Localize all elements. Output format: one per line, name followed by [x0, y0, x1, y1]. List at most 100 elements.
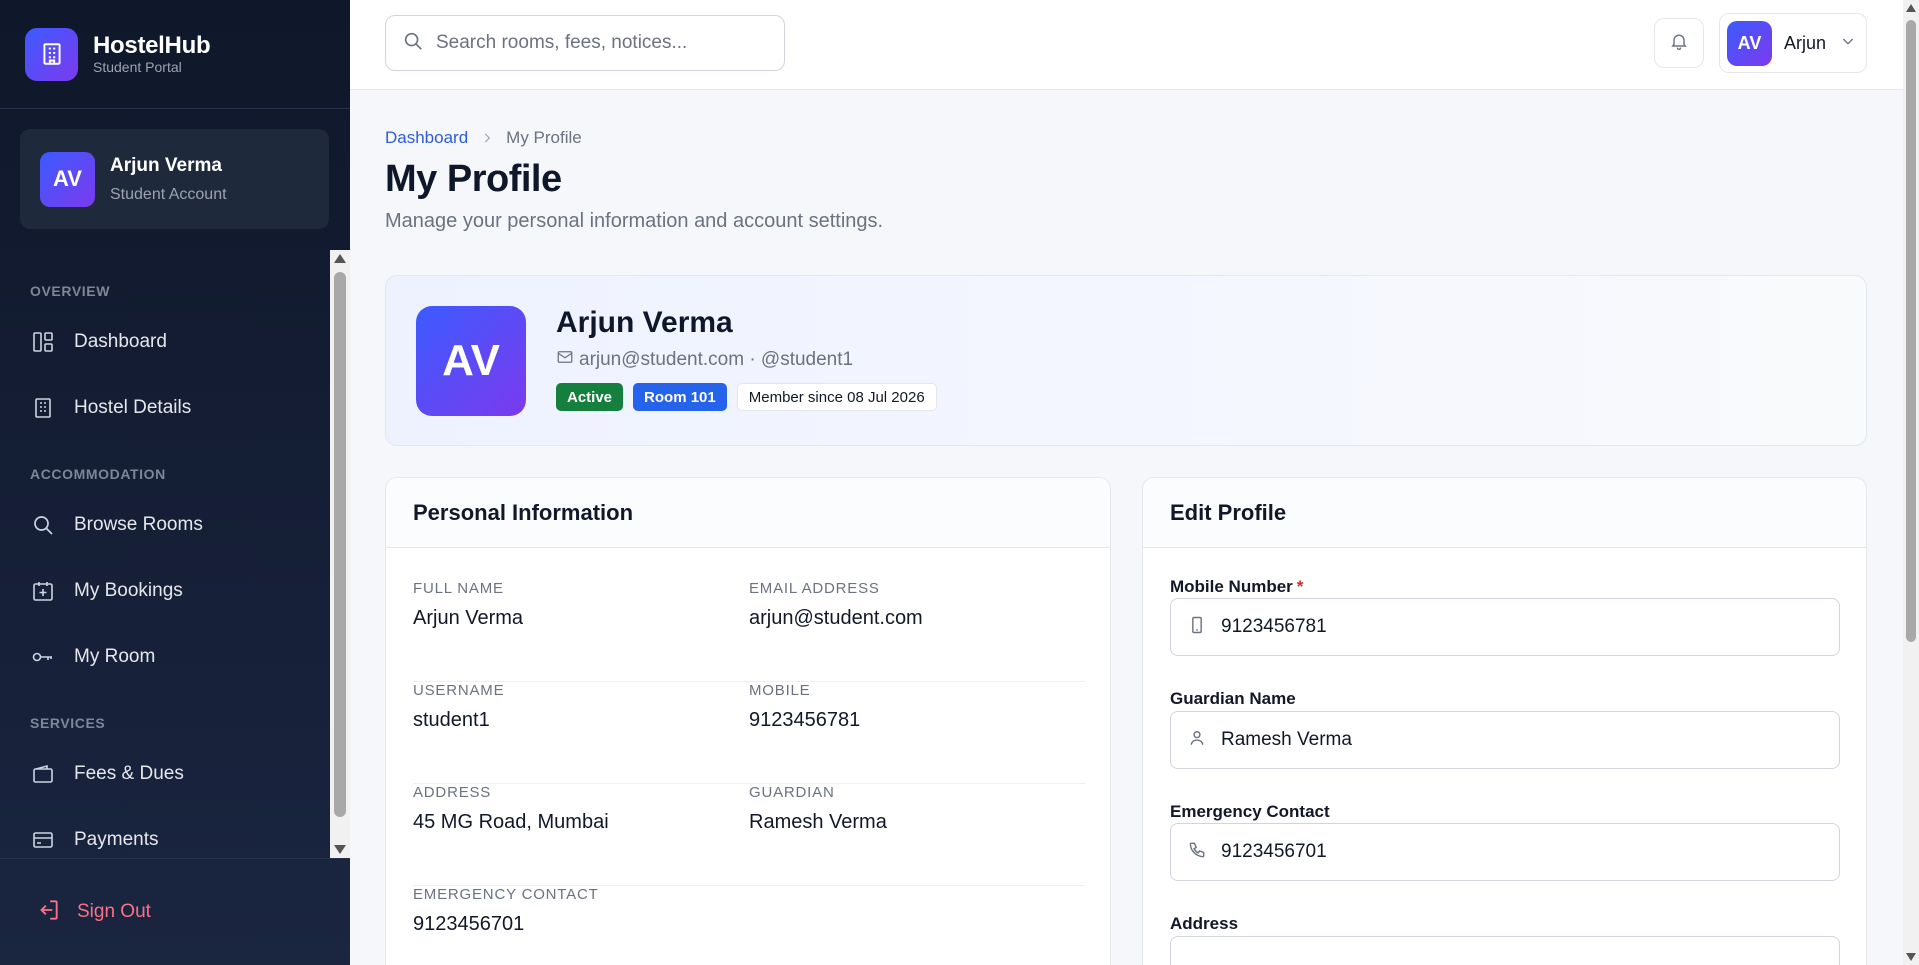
field-emergency-contact: EMERGENCY CONTACT 9123456701 — [413, 886, 599, 936]
edit-profile-card: Edit Profile Mobile Number * 9123456781 G… — [1142, 477, 1867, 965]
sidebar-item-label: Browse Rooms — [74, 514, 203, 535]
user-icon — [1187, 728, 1207, 753]
sidebar-item-label: Fees & Dues — [74, 763, 184, 784]
label-text: Mobile Number — [1170, 577, 1293, 596]
brand[interactable]: HostelHub Student Portal — [0, 0, 350, 109]
field-value: Arjun Verma — [413, 607, 524, 629]
mobile-number-field[interactable]: 9123456781 — [1170, 598, 1840, 656]
dashboard-icon — [30, 329, 56, 355]
page-scrollbar[interactable] — [1903, 0, 1919, 965]
sidebar-item-label: Dashboard — [74, 331, 167, 352]
sidebar-item-browse-rooms[interactable]: Browse Rooms — [0, 497, 330, 553]
guardian-name-label: Guardian Name — [1170, 689, 1296, 708]
nav-section-accommodation: ACCOMMODATION — [30, 466, 166, 482]
card-title: Edit Profile — [1143, 478, 1866, 548]
field-value: arjun@student.com — [749, 607, 923, 629]
chevron-right-icon — [480, 131, 494, 145]
page-title: My Profile — [385, 158, 562, 200]
field-label: EMERGENCY CONTACT — [413, 886, 599, 903]
page-subtitle: Manage your personal information and acc… — [385, 210, 884, 232]
sidebar-item-label: My Room — [74, 646, 156, 667]
topbar: AV Arjun — [350, 0, 1903, 90]
info-row: EMERGENCY CONTACT 9123456701 — [413, 886, 1085, 965]
brand-title: HostelHub — [93, 32, 211, 59]
sidebar-item-label: My Bookings — [74, 580, 183, 601]
scroll-down-icon[interactable] — [1906, 953, 1916, 961]
sidebar-item-payments[interactable]: Payments — [0, 812, 330, 858]
field-value: 45 MG Road, Mumbai — [413, 811, 609, 833]
sidebar-user-card: AV Arjun Verma Student Account — [20, 129, 329, 229]
phone-call-icon — [1187, 840, 1207, 865]
sidebar-nav: OVERVIEW Dashboard Hostel Details ACCOMM… — [0, 250, 330, 858]
profile-email-text: arjun@student.com · @student1 — [579, 349, 854, 370]
field-value: Ramesh Verma — [749, 811, 887, 833]
brand-subtitle: Student Portal — [93, 59, 182, 75]
sign-out-label: Sign Out — [77, 901, 151, 922]
user-name: Arjun Verma — [110, 155, 222, 176]
mobile-number-label: Mobile Number * — [1170, 577, 1303, 597]
field-value: 9123456781 — [749, 709, 861, 731]
wallet-icon — [30, 761, 56, 787]
field-username: USERNAME student1 — [413, 682, 504, 732]
search-icon — [30, 512, 56, 538]
breadcrumb-current: My Profile — [506, 128, 582, 147]
sidebar: HostelHub Student Portal AV Arjun Verma … — [0, 0, 350, 965]
info-row: USERNAME student1 MOBILE 9123456781 — [413, 682, 1085, 784]
scrollbar-thumb[interactable] — [334, 272, 346, 817]
field-full-name: FULL NAME Arjun Verma — [413, 580, 523, 630]
profile-badges: Active Room 101 Member since 08 Jul 2026 — [556, 383, 937, 411]
field-label: ADDRESS — [413, 784, 492, 801]
field-guardian: GUARDIAN Ramesh Verma — [749, 784, 887, 834]
user-role: Student Account — [110, 186, 227, 203]
field-mobile: MOBILE 9123456781 — [749, 682, 860, 732]
field-value: 9123456701 — [413, 913, 525, 935]
emergency-contact-field[interactable]: 9123456701 — [1170, 823, 1840, 881]
user-menu-button[interactable]: AV Arjun — [1719, 13, 1867, 73]
credit-card-icon — [30, 827, 56, 853]
field-label: EMAIL ADDRESS — [749, 580, 880, 597]
required-marker: * — [1296, 577, 1304, 596]
sidebar-item-my-bookings[interactable]: My Bookings — [0, 563, 330, 619]
field-value: student1 — [413, 709, 490, 731]
search-input[interactable] — [436, 32, 776, 54]
field-value: 9123456701 — [1221, 841, 1327, 862]
bell-icon — [1669, 31, 1689, 56]
key-icon — [30, 644, 56, 670]
profile-email-line: arjun@student.com · @student1 — [556, 348, 853, 372]
info-row: ADDRESS 45 MG Road, Mumbai GUARDIAN Rame… — [413, 784, 1085, 886]
field-label: MOBILE — [749, 682, 811, 699]
sidebar-item-fees-dues[interactable]: Fees & Dues — [0, 746, 330, 802]
guardian-name-field[interactable]: Ramesh Verma — [1170, 711, 1840, 769]
sidebar-item-my-room[interactable]: My Room — [0, 629, 330, 685]
sidebar-item-dashboard[interactable]: Dashboard — [0, 314, 330, 370]
scroll-down-icon[interactable] — [334, 845, 346, 854]
breadcrumb-dashboard-link[interactable]: Dashboard — [385, 128, 468, 148]
sign-out-button[interactable]: Sign Out — [0, 858, 350, 965]
sidebar-item-hostel-details[interactable]: Hostel Details — [0, 380, 330, 436]
building-logo-icon — [25, 27, 78, 81]
search-box[interactable] — [385, 15, 785, 71]
personal-information-card: Personal Information FULL NAME Arjun Ver… — [385, 477, 1111, 965]
sidebar-item-label: Hostel Details — [74, 397, 192, 418]
building-icon — [30, 395, 56, 421]
breadcrumb: Dashboard My Profile — [385, 128, 582, 148]
avatar: AV — [40, 151, 95, 207]
user-menu-name: Arjun — [1784, 32, 1827, 53]
sign-out-icon — [35, 897, 61, 928]
profile-name: Arjun Verma — [556, 306, 733, 339]
field-label: GUARDIAN — [749, 784, 835, 801]
scroll-up-icon[interactable] — [1906, 4, 1916, 12]
mail-icon — [556, 348, 574, 372]
info-row: FULL NAME Arjun Verma EMAIL ADDRESS arju… — [413, 580, 1085, 682]
sidebar-item-label: Payments — [74, 829, 159, 850]
calendar-plus-icon — [30, 578, 56, 604]
notifications-button[interactable] — [1654, 18, 1704, 68]
profile-hero-card: AV Arjun Verma arjun@student.com · @stud… — [385, 275, 1867, 446]
scroll-up-icon[interactable] — [334, 254, 346, 263]
emergency-contact-label: Emergency Contact — [1170, 802, 1330, 821]
address-field[interactable] — [1170, 936, 1840, 965]
field-email: EMAIL ADDRESS arjun@student.com — [749, 580, 923, 630]
scrollbar-thumb[interactable] — [1906, 20, 1916, 642]
sidebar-scrollbar[interactable] — [330, 250, 350, 858]
card-title: Personal Information — [386, 478, 1110, 548]
